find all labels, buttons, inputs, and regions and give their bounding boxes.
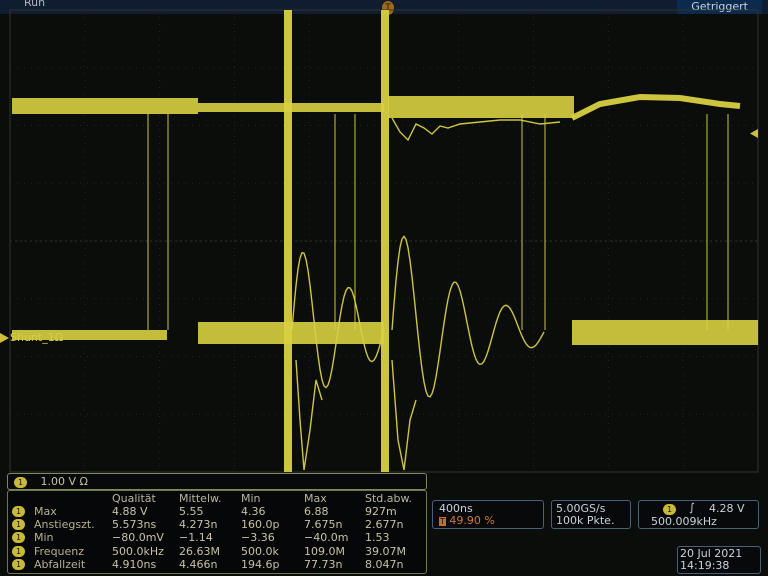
measurement-row[interactable]: 1 Max 4.88 V 5.55 4.36 6.88 927m [8, 505, 426, 518]
measurement-value: 6.88 [304, 505, 329, 518]
header-quality: Qualität [112, 492, 156, 505]
measurement-row[interactable]: 1 Anstiegszt. 5.573ns 4.273n 160.0p 7.675n 2.6… [8, 518, 426, 531]
measurement-channel-badge-icon: 1 [12, 558, 25, 570]
measurement-value: 4.88 V [112, 505, 148, 518]
header-max: Max [304, 492, 327, 505]
measurement-row[interactable]: 1 Min −80.0mV −1.14 −3.36 −40.0m 1.53 [8, 531, 426, 544]
trace-high-band [388, 96, 574, 118]
trigger-level: 4.28 V [709, 502, 745, 515]
trace-ringing [391, 117, 561, 142]
time: 14:19:38 [680, 559, 730, 572]
header-mean: Mittelw. [179, 492, 222, 505]
measurement-channel-badge-icon: 1 [12, 519, 25, 531]
measurement-value: 927m [365, 505, 397, 518]
trace-ringing [291, 251, 385, 389]
measurement-value: −80.0mV [112, 531, 164, 545]
trace-low-band [572, 320, 758, 345]
trace-high-band [12, 98, 198, 114]
trace-ringing [391, 235, 545, 398]
measurement-label: Max [34, 505, 57, 518]
measurement-channel-badge-icon: 1 [12, 532, 25, 544]
measurement-value: 1.53 [365, 531, 390, 545]
channel-scale-readout[interactable]: 1 1.00 V Ω [7, 473, 427, 490]
measurements-panel[interactable]: Qualität Mittelw. Min Max Std.abw. 1 Max 4… [7, 490, 427, 574]
channel-1-label: Shunt_1Ω [10, 331, 64, 344]
measurements-header-row: Qualität Mittelw. Min Max Std.abw. [8, 492, 426, 505]
measurement-value: −40.0m [304, 531, 349, 545]
measurement-label: Frequenz [34, 544, 85, 558]
measurement-value: 500.0kHz [112, 544, 164, 558]
trigger-position-value: 49.90 % [449, 514, 495, 527]
trace-undershoot [295, 359, 323, 471]
measurement-label: Min [34, 531, 54, 545]
date-time-readout: 20 Jul 2021 14:19:38 [677, 546, 761, 574]
measurement-value: 2.677n [365, 518, 404, 532]
acquisition-readout[interactable]: 5.00GS/s 100k Pkte. [551, 500, 631, 529]
header-min: Min [241, 492, 261, 505]
measurement-value: 26.63M [179, 544, 220, 558]
rising-edge-icon: ∫ [689, 501, 695, 514]
measurement-value: 4.466n [179, 557, 218, 571]
trace-undershoot [391, 359, 417, 471]
measurement-value: 4.273n [179, 518, 218, 532]
measurement-value: 160.0p [241, 518, 280, 532]
measurement-row[interactable]: 1 Abfallzeit 4.910ns 4.466n 194.6p 77.73n 8.04… [8, 558, 426, 571]
measurement-value: 109.0M [304, 544, 345, 558]
measurement-value: 4.910ns [112, 557, 157, 571]
header-stddev: Std.abw. [365, 492, 412, 505]
trigger-channel-badge-icon: 1 [663, 504, 676, 515]
measurement-channel-badge-icon: 1 [12, 506, 25, 517]
measurement-label: Abfallzeit [34, 557, 86, 571]
channel-1-badge-icon: 1 [14, 476, 27, 488]
trigger-frequency: 500.009kHz [651, 515, 717, 528]
measurement-value: 39.07M [365, 544, 406, 558]
channel-scale-value: 1.00 V Ω [40, 475, 88, 488]
measurement-value: 77.73n [304, 557, 343, 571]
measurement-value: 8.047n [365, 557, 404, 571]
trigger-readout[interactable]: 1 ∫ 4.28 V 500.009kHz [638, 500, 759, 529]
trigger-position-icon: T [439, 517, 446, 526]
measurement-value: −1.14 [179, 531, 213, 545]
measurement-value: 7.675n [304, 518, 343, 532]
record-length: 100k Pkte. [556, 514, 615, 527]
measurement-value: 5.55 [179, 505, 204, 518]
measurement-value: 194.6p [241, 557, 280, 571]
measurement-value: 4.36 [241, 505, 266, 518]
oscilloscope-screen: Run T Getriggert Shunt_1Ω 1 1.00 V Ω Qua… [0, 0, 768, 576]
measurement-label: Anstiegszt. [34, 518, 95, 532]
measurement-value: −3.36 [241, 531, 275, 545]
timebase-readout[interactable]: 400ns T 49.90 % [432, 500, 544, 529]
trace-segment [570, 93, 741, 121]
trigger-position-readout: T 49.90 % [439, 514, 495, 527]
measurement-channel-badge-icon: 1 [12, 545, 25, 557]
measurement-value: 500.0k [241, 544, 279, 558]
measurement-value: 5.573ns [112, 518, 157, 532]
measurement-row[interactable]: 1 Frequenz 500.0kHz 26.63M 500.0k 109.0M 39.07… [8, 545, 426, 558]
